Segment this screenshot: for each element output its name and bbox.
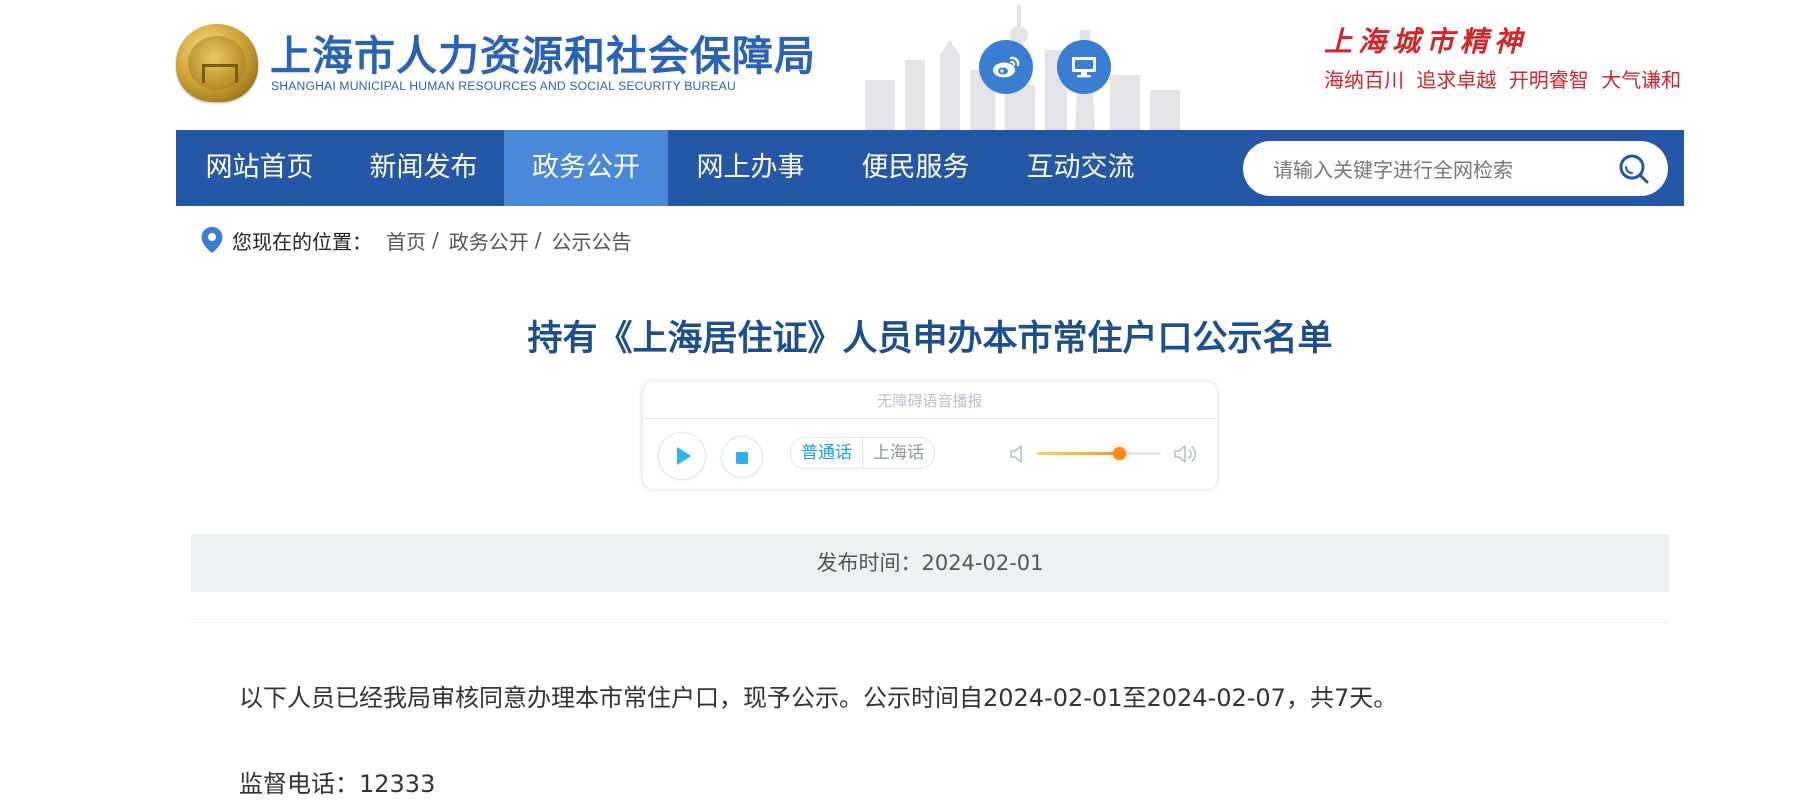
search-icon[interactable]	[1618, 153, 1650, 185]
content-divider	[191, 622, 1669, 623]
weibo-icon	[993, 56, 1020, 78]
org-name-en: SHANGHAI MUNICIPAL HUMAN RESOURCES AND S…	[271, 79, 736, 93]
breadcrumb-home[interactable]: 首页	[386, 226, 426, 255]
nav-item-public-services[interactable]: 便民服务	[833, 130, 998, 206]
volume-high-icon[interactable]	[1173, 442, 1199, 466]
breadcrumb-separator: /	[432, 228, 439, 252]
nav-item-news[interactable]: 新闻发布	[343, 130, 504, 206]
monitor-icon	[1072, 57, 1096, 78]
slogan-title: 上海城市精神	[1324, 25, 1529, 58]
announcement-text: 以下人员已经我局审核同意办理本市常住户口，现予公示。公示时间自2024-02-0…	[239, 684, 1398, 712]
nav-item-gov-affairs[interactable]: 政务公开	[504, 130, 668, 206]
site-header: 上海市人力资源和社会保障局 SHANGHAI MUNICIPAL HUMAN R…	[0, 0, 1796, 130]
nav-item-interaction[interactable]: 互动交流	[998, 130, 1163, 206]
breadcrumb-separator: /	[534, 228, 542, 252]
volume-slider-handle[interactable]	[1112, 447, 1126, 460]
breadcrumb-announcements[interactable]: 公示公告	[552, 226, 632, 255]
hotline-text: 监督电话：12333	[239, 770, 436, 798]
breadcrumb-gov-affairs[interactable]: 政务公开	[449, 226, 529, 255]
weibo-button[interactable]	[979, 40, 1033, 94]
slogan-item: 大气谦和	[1601, 68, 1682, 92]
stop-icon	[736, 452, 748, 464]
player-title: 无障碍语音播报	[877, 392, 983, 410]
page-title: 持有《上海居住证》人员申办本市常住户口公示名单	[527, 319, 1333, 359]
desktop-version-button[interactable]	[1057, 40, 1111, 94]
slogan-item: 开明睿智	[1508, 68, 1589, 92]
slogan-item: 海纳百川	[1324, 68, 1404, 92]
lang-option-shanghainese[interactable]: 上海话	[862, 438, 934, 468]
nav-item-home[interactable]: 网站首页	[176, 130, 343, 206]
search-input[interactable]	[1271, 141, 1605, 198]
org-name-cn[interactable]: 上海市人力资源和社会保障局	[270, 22, 816, 82]
volume-slider[interactable]	[1037, 447, 1161, 460]
accessibility-audio-player: 无障碍语音播报 普通话 上海话	[643, 382, 1217, 489]
breadcrumb-label: 您现在的位置：	[232, 229, 372, 254]
lang-option-mandarin[interactable]: 普通话	[791, 438, 862, 468]
play-icon	[677, 447, 691, 465]
search-box	[1243, 141, 1668, 198]
volume-slider-fill	[1037, 452, 1119, 455]
location-pin-icon	[201, 227, 223, 253]
stop-button[interactable]	[721, 436, 763, 478]
slogan-item: 追求卓越	[1416, 68, 1497, 92]
slogan-items: 海纳百川 追求卓越 开明睿智 大气谦和	[1324, 64, 1681, 93]
breadcrumb: 您现在的位置： 首页 / 政务公开 / 公示公告	[200, 225, 632, 255]
language-switch: 普通话 上海话	[790, 437, 935, 469]
nav-item-online-services[interactable]: 网上办事	[668, 130, 833, 206]
bureau-emblem-logo[interactable]	[176, 24, 258, 102]
volume-low-icon[interactable]	[1009, 443, 1027, 465]
play-button[interactable]	[658, 432, 706, 480]
publish-date: 发布时间：2024-02-01	[191, 534, 1669, 592]
